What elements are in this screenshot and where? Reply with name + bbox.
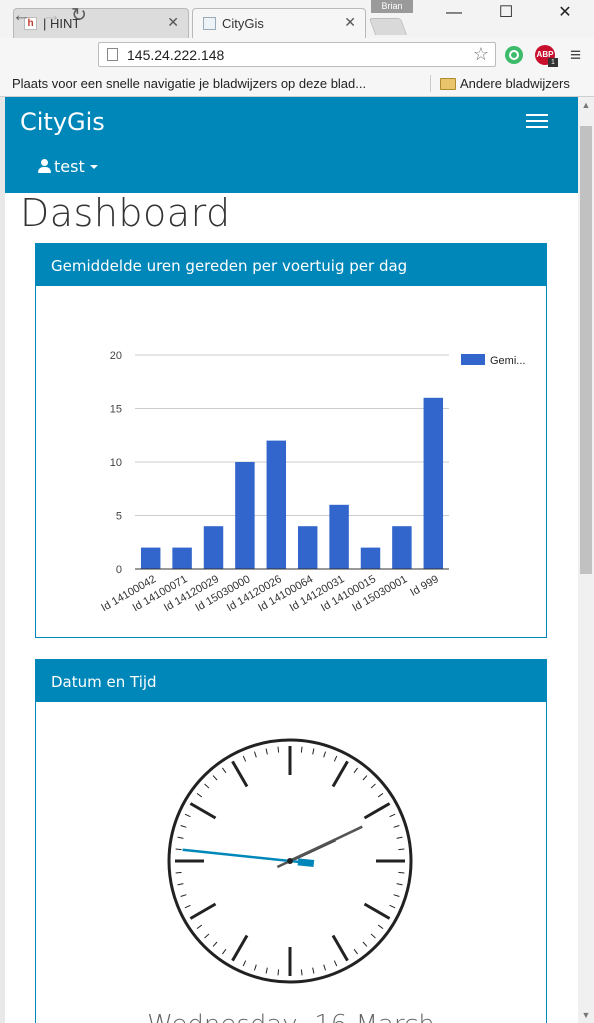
bar-chart: 05101520Id 14100042Id 14100071Id 1412002… — [99, 350, 525, 614]
legend-swatch — [461, 354, 485, 365]
panel-heading: Gemiddelde uren gereden per voertuig per… — [36, 244, 546, 286]
brand-link[interactable]: CityGis — [20, 108, 105, 136]
minute-tick — [398, 848, 405, 851]
minute-tick — [300, 969, 303, 976]
y-tick-label: 10 — [110, 457, 122, 469]
bar — [360, 547, 381, 569]
minute-tick — [300, 746, 303, 753]
panel-title: Datum en Tijd — [51, 673, 157, 691]
site-navbar: CityGis test — [5, 97, 578, 193]
chart-panel: Gemiddelde uren gereden per voertuig per… — [35, 243, 547, 638]
minute-tick — [398, 871, 405, 874]
star-icon[interactable]: ☆ — [473, 44, 489, 65]
chrome-menu-icon[interactable]: ≡ — [570, 45, 581, 67]
clock-panel: Datum en Tijd Wednesday, 16 March — [35, 659, 547, 1023]
reload-icon[interactable]: ↻ — [71, 5, 87, 27]
new-tab-button[interactable] — [368, 18, 408, 35]
y-tick-label: 15 — [110, 404, 122, 416]
folder-icon — [440, 78, 456, 90]
minute-tick — [277, 746, 280, 753]
profile-badge[interactable]: Brian — [371, 0, 413, 13]
user-icon — [38, 159, 51, 173]
bar — [423, 397, 444, 569]
page-icon — [107, 48, 118, 61]
forward-arrow-icon[interactable]: → — [42, 5, 61, 27]
close-window-icon[interactable]: ✕ — [545, 2, 585, 24]
address-bar[interactable]: 145.24.222.148 ☆ — [98, 42, 496, 67]
bookmarks-hint: Plaats voor een snelle navigatie je blad… — [12, 76, 367, 91]
bookmarks-divider — [430, 75, 431, 92]
x-tick-label: Id 999 — [408, 573, 440, 599]
second-hand-tail — [297, 858, 315, 867]
bar — [203, 526, 224, 569]
tab-citygis[interactable]: CityGis ✕ — [192, 8, 366, 38]
extension-green-icon[interactable] — [505, 46, 523, 64]
page-scrollbar[interactable]: ▲ ▼ — [578, 97, 594, 1023]
close-tab-icon[interactable]: ✕ — [167, 14, 179, 31]
y-tick-label: 5 — [116, 511, 122, 523]
maximize-icon[interactable]: ☐ — [486, 2, 526, 24]
back-arrow-icon[interactable]: ← — [12, 5, 31, 27]
y-tick-label: 0 — [116, 564, 122, 576]
minute-tick — [175, 848, 182, 851]
page-title: Dashboard — [20, 191, 231, 235]
bookmarks-bar: Plaats voor een snelle navigatie je blad… — [0, 72, 594, 97]
minute-tick — [277, 969, 280, 976]
url-text[interactable]: 145.24.222.148 — [127, 47, 224, 63]
user-dropdown[interactable]: test — [38, 157, 98, 176]
caret-down-icon — [89, 165, 98, 169]
analog-clock — [167, 738, 413, 984]
bar — [297, 526, 318, 569]
minimize-icon[interactable]: — — [434, 2, 474, 24]
minute-tick — [175, 871, 182, 874]
legend-label: Gemi... — [490, 355, 525, 367]
bar — [235, 462, 255, 569]
y-tick-label: 20 — [110, 350, 122, 362]
bar — [329, 504, 349, 569]
tab-label: CityGis — [222, 16, 264, 31]
scrollbar-thumb[interactable] — [580, 126, 592, 574]
clock-center — [287, 858, 293, 864]
hamburger-menu-icon[interactable] — [523, 110, 551, 132]
panel-heading: Datum en Tijd — [36, 660, 546, 702]
bar — [266, 440, 287, 569]
user-name: test — [54, 157, 85, 176]
bar — [172, 547, 192, 569]
adblock-badge: 1 — [548, 58, 558, 67]
scroll-down-icon[interactable]: ▼ — [578, 1007, 594, 1023]
scroll-up-icon[interactable]: ▲ — [578, 97, 594, 113]
bar — [140, 547, 161, 569]
page-viewport: CityGis test Dashboard Gemiddelde uren g… — [5, 97, 578, 1023]
other-bookmarks-button[interactable]: Andere bladwijzers — [460, 76, 570, 91]
bar — [392, 526, 412, 569]
date-text: Wednesday, 16 March — [36, 1010, 546, 1023]
tab-hint[interactable]: h | HINT ✕ — [13, 8, 189, 38]
close-tab-icon[interactable]: ✕ — [344, 14, 356, 31]
panel-title: Gemiddelde uren gereden per voertuig per… — [51, 257, 408, 275]
page-favicon-icon — [203, 17, 216, 30]
